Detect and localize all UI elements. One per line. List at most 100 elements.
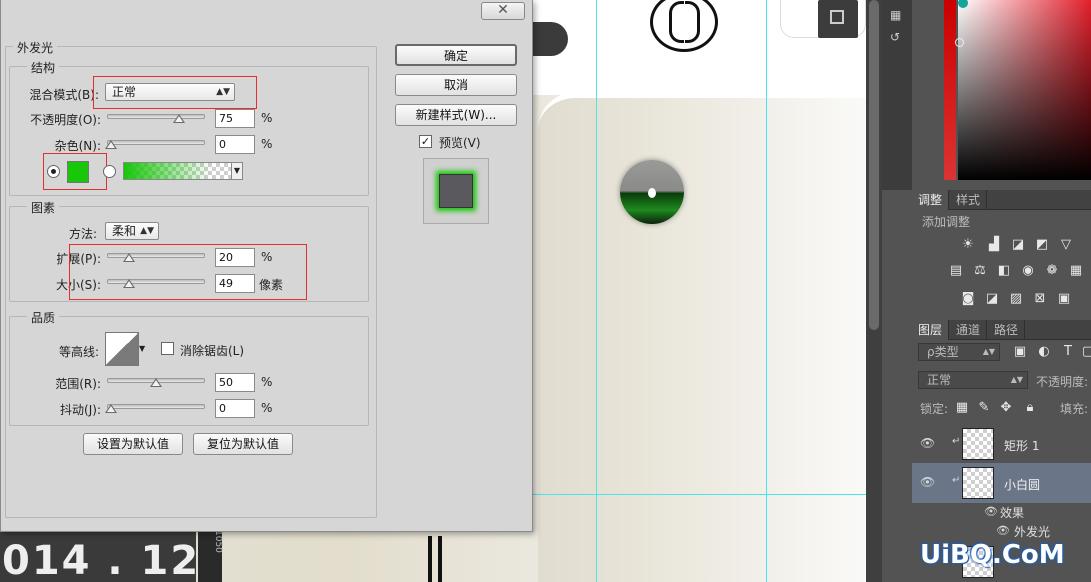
tab-adjust[interactable]: 调整 — [912, 190, 950, 210]
chevron-down-icon[interactable]: ▼ — [231, 162, 243, 180]
contour-label: 等高线: — [58, 345, 99, 359]
photo-filter-icon[interactable]: ◉ — [1020, 264, 1036, 278]
eye-icon[interactable]: 👁︎ — [984, 505, 998, 518]
cube-icon — [818, 0, 858, 38]
noise-slider[interactable] — [107, 140, 205, 145]
eye-icon[interactable]: 👁︎ — [996, 524, 1010, 537]
layer-blend-select[interactable]: 正常 ▲▼ — [918, 371, 1028, 389]
opacity-slider[interactable] — [107, 114, 205, 119]
opacity-input[interactable] — [215, 109, 255, 128]
tab-channels[interactable]: 通道 — [950, 320, 988, 340]
quality-title: 品质 — [27, 309, 60, 326]
layer-name: 小白圆 — [1004, 478, 1041, 492]
tab-layers[interactable]: 图层 — [912, 320, 950, 340]
shape-filter-icon[interactable]: ▢ — [1080, 345, 1091, 359]
highlight-box — [69, 244, 307, 300]
watermark-text: UiBQ.CoM — [920, 540, 1065, 570]
tool-strip: ▦ ↺ — [882, 0, 912, 190]
canvas-bars — [428, 536, 452, 582]
technique-value: 柔和 — [112, 224, 137, 238]
layer-thumbnail — [962, 428, 994, 460]
gradient-picker[interactable] — [123, 162, 235, 180]
blend-mode-label: 混合模式(B): — [29, 88, 99, 102]
vibrance-icon[interactable]: ▽ — [1058, 238, 1074, 252]
range-unit: % — [261, 375, 273, 389]
layer-row[interactable]: 👁︎ ↵ 小白圆 — [912, 463, 1091, 503]
elements-title: 图素 — [27, 199, 60, 216]
reset-default-button[interactable]: 复位为默认值 — [193, 433, 293, 455]
lock-brush-icon[interactable]: ✎ — [976, 401, 992, 415]
jitter-input[interactable] — [215, 399, 255, 418]
updown-icon: ▲▼ — [1010, 375, 1023, 384]
lock-transparency-icon[interactable]: ▦ — [954, 401, 970, 415]
adjust-filter-icon[interactable]: ◐ — [1036, 345, 1052, 359]
eye-icon[interactable]: 👁︎ — [920, 436, 935, 450]
curves-icon[interactable]: ◪ — [1010, 238, 1026, 252]
noise-slider-thumb[interactable] — [105, 140, 117, 149]
image-filter-icon[interactable]: ▣ — [1012, 345, 1028, 359]
layer-name: 矩形 1 — [1004, 439, 1040, 453]
ok-button[interactable]: 确定 — [395, 44, 517, 66]
exposure-icon[interactable]: ◩ — [1034, 238, 1050, 252]
close-button[interactable]: ✕ — [481, 2, 525, 20]
color-lookup-icon[interactable]: ▦ — [1068, 264, 1084, 278]
levels-icon[interactable]: ▟ — [986, 238, 1002, 252]
layer-thumbnail — [962, 467, 994, 499]
type-filter-icon[interactable]: T — [1060, 345, 1076, 359]
technique-label: 方法: — [68, 227, 97, 241]
layer-opacity-label: 不透明度: — [1036, 375, 1089, 389]
eye-icon[interactable]: 👁︎ — [920, 475, 935, 489]
outer-glow-effect-label: 外发光 — [1014, 525, 1051, 539]
hue-bar[interactable] — [944, 0, 956, 180]
updown-icon: ▲▼ — [140, 226, 154, 236]
invert-icon[interactable]: ◙ — [960, 292, 976, 306]
effects-label: 效果 — [1000, 506, 1025, 520]
range-input[interactable] — [215, 373, 255, 392]
anti-alias-checkbox[interactable] — [161, 342, 174, 355]
preview-label: 预览(V) — [439, 136, 481, 150]
tab-paths[interactable]: 路径 — [988, 320, 1026, 340]
lock-move-icon[interactable]: ✥ — [998, 401, 1014, 415]
swatch-grid-icon[interactable]: ▦ — [890, 8, 901, 22]
color-marker — [958, 0, 968, 8]
layer-blend-value: 正常 — [927, 373, 952, 387]
opacity-label: 不透明度(O): — [30, 113, 101, 127]
preview-checkbox[interactable]: ✓ — [419, 135, 432, 148]
brightness-icon[interactable]: ☀ — [960, 238, 976, 252]
canvas-scrollbar[interactable] — [866, 0, 882, 582]
selective-color-icon[interactable]: ▣ — [1056, 292, 1072, 306]
hsl-icon[interactable]: ▤ — [948, 264, 964, 278]
style-preview — [423, 158, 489, 224]
lock-all-icon[interactable]: 🔒︎ — [1022, 401, 1038, 415]
contour-picker[interactable] — [105, 332, 139, 366]
opacity-slider-thumb[interactable] — [172, 114, 185, 123]
technique-select[interactable]: 柔和 ▲▼ — [105, 222, 159, 240]
anti-alias-label: 消除锯齿(L) — [180, 344, 245, 358]
jitter-slider[interactable] — [107, 404, 205, 409]
threshold-icon[interactable]: ▨ — [1008, 292, 1024, 306]
posterize-icon[interactable]: ◪ — [984, 292, 1000, 306]
gradient-map-icon[interactable]: ⊠ — [1032, 292, 1048, 306]
highlight-box — [93, 76, 257, 109]
jitter-slider-thumb[interactable] — [105, 404, 117, 413]
set-default-button[interactable]: 设置为默认值 — [83, 433, 183, 455]
noise-input[interactable] — [215, 135, 255, 154]
noise-label: 杂色(N): — [54, 139, 101, 153]
range-slider-thumb[interactable] — [150, 378, 162, 387]
history-icon[interactable]: ↺ — [890, 30, 900, 44]
photoshop-panels: ▦ ↺ 调整 样式 添加调整 ☀ ▟ ◪ ◩ ▽ ▤ ⚖ ◧ ◉ ❁ ▦ ◙ ◪… — [866, 0, 1091, 582]
gradient-radio[interactable] — [103, 165, 116, 178]
new-style-button[interactable]: 新建样式(W)... — [395, 104, 517, 126]
layer-kind-filter[interactable]: ρ类型 ▲▼ — [918, 343, 1000, 361]
channel-mixer-icon[interactable]: ❁ — [1044, 264, 1060, 278]
cancel-button[interactable]: 取消 — [395, 74, 517, 96]
chevron-down-icon[interactable]: ▼ — [139, 344, 145, 353]
color-picker-field[interactable] — [958, 0, 1091, 180]
dark-shape — [528, 22, 568, 56]
layer-row[interactable]: 👁︎ ↵ 矩形 1 — [912, 424, 1091, 464]
color-balance-icon[interactable]: ⚖ — [972, 264, 988, 278]
bw-icon[interactable]: ◧ — [996, 264, 1012, 278]
highlight-box — [43, 153, 107, 190]
tab-styles[interactable]: 样式 — [950, 190, 988, 210]
add-adjustment-label: 添加调整 — [922, 215, 971, 229]
